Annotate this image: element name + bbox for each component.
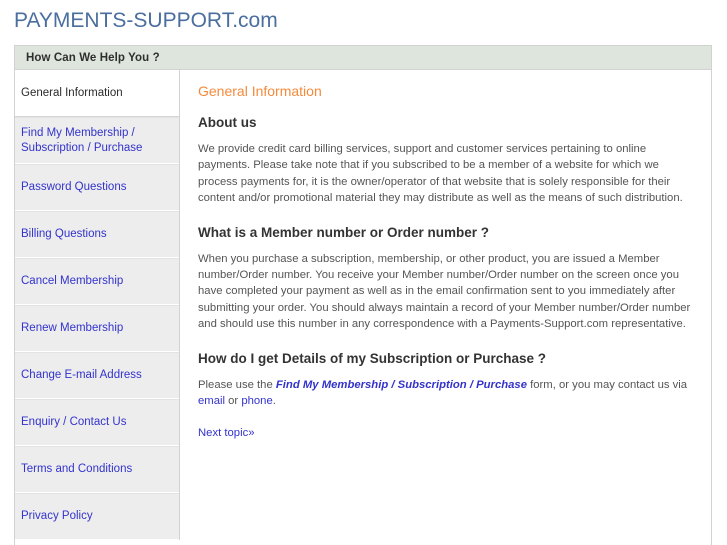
sidebar-item-label: Billing Questions [21,228,107,240]
sidebar-item-label: Cancel Membership [21,275,124,287]
sidebar-item-privacy-policy[interactable]: Privacy Policy [15,493,179,540]
page-title: General Information [198,83,322,99]
phone-link[interactable]: phone [241,395,272,407]
help-header-bar: How Can We Help You ? [15,46,711,70]
main-content: General Information About us We provide … [180,70,711,540]
section-heading-about-us: About us [198,115,257,130]
email-link[interactable]: email [198,395,225,407]
page-root: PAYMENTS-SUPPORT.com How Can We Help You… [0,0,727,545]
site-logo[interactable]: PAYMENTS-SUPPORT.com [14,8,278,34]
sidebar-nav: General Information Find My Membership /… [15,70,180,540]
section-body-subscription-details: Please use the Find My Membership / Subs… [198,377,693,410]
section-heading-member-number: What is a Member number or Order number … [198,224,490,240]
sidebar-item-billing-questions[interactable]: Billing Questions [15,211,179,258]
panel-body: General Information Find My Membership /… [15,70,711,540]
details-text-between: or [225,395,242,408]
details-text-end: . [272,395,276,408]
sidebar-item-label: General Information [21,86,123,99]
sidebar-item-label: Enquiry / Contact Us [21,416,127,428]
sidebar-item-label: Privacy Policy [21,510,93,522]
sidebar-item-general-information[interactable]: General Information [15,70,179,117]
next-topic-link[interactable]: Next topic» [198,427,255,439]
help-header-title: How Can We Help You ? [26,51,160,64]
sidebar-item-find-my-membership[interactable]: Find My Membership / Subscription / Purc… [15,117,179,164]
sidebar-item-label: Renew Membership [21,322,124,334]
sidebar-item-label: Find My Membership / Subscription / Purc… [21,126,143,154]
sidebar-item-enquiry-contact-us[interactable]: Enquiry / Contact Us [15,399,179,446]
sidebar-item-renew-membership[interactable]: Renew Membership [15,305,179,352]
section-body-member-number: When you purchase a subscription, member… [198,252,691,331]
support-panel: How Can We Help You ? General Informatio… [14,45,712,545]
details-text-mid: form, or you may contact us via [526,378,688,391]
find-my-membership-link[interactable]: Find My Membership / Subscription / Purc… [276,379,527,391]
sidebar-item-terms-and-conditions[interactable]: Terms and Conditions [15,446,179,493]
sidebar-item-change-email-address[interactable]: Change E-mail Address [15,352,179,399]
sidebar-item-label: Change E-mail Address [21,369,142,381]
details-text-lead: Please use the [198,378,276,391]
section-body-about-us: We provide credit card billing services,… [198,143,683,205]
sidebar-item-password-questions[interactable]: Password Questions [15,164,179,211]
section-heading-subscription-details: How do I get Details of my Subscription … [198,350,547,366]
sidebar-item-cancel-membership[interactable]: Cancel Membership [15,258,179,305]
sidebar-item-label: Password Questions [21,181,127,193]
sidebar-item-label: Terms and Conditions [21,463,133,475]
